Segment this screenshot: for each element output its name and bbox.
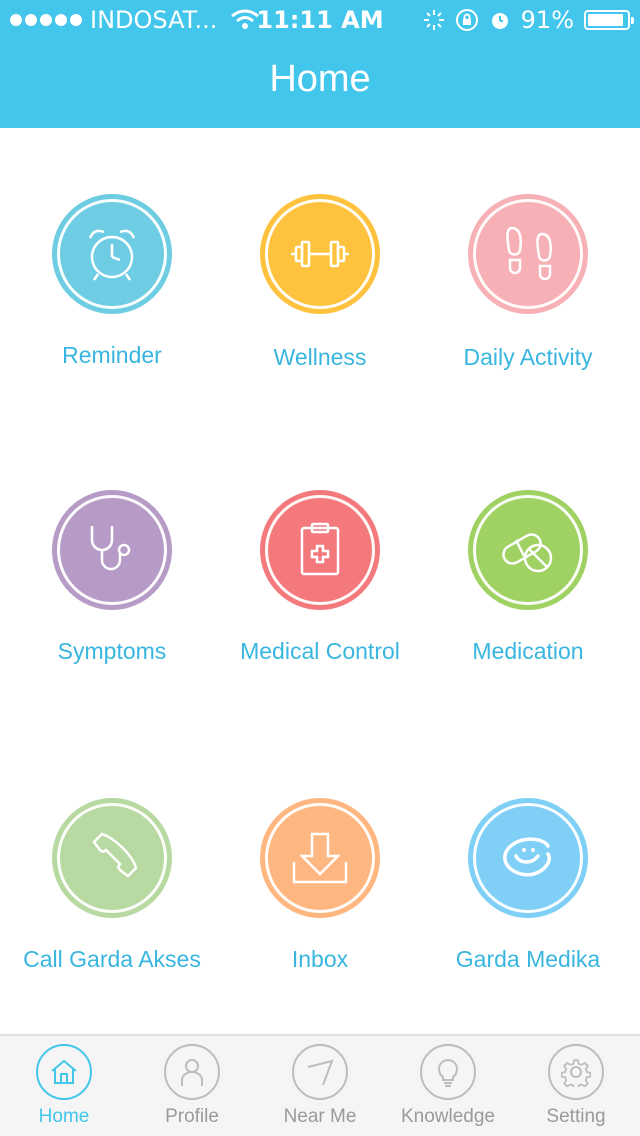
header: INDOSAT... 11:11 AM 91% Home <box>0 0 640 128</box>
call-garda-akses-circle <box>52 798 172 918</box>
bottom-tab-bar: Home Profile Near Me Knowledge Setting <box>0 1034 640 1136</box>
tab-label: Knowledge <box>400 1106 496 1127</box>
tile-label: Inbox <box>291 946 349 972</box>
rotation-lock-icon <box>455 9 478 31</box>
activity-spinner-icon <box>423 10 444 30</box>
medication-circle <box>468 490 588 610</box>
symptoms-circle <box>52 490 172 610</box>
daily-activity-circle <box>468 194 588 314</box>
tile-label: Medical Control <box>240 638 400 664</box>
tile-symptoms[interactable]: Symptoms <box>5 490 219 665</box>
compass-icon <box>307 1059 334 1086</box>
tile-call-garda-akses[interactable]: Call Garda Akses <box>5 798 219 973</box>
tab-profile[interactable]: Profile <box>128 1044 256 1128</box>
alarm-clock-icon <box>88 229 136 281</box>
battery-percent: 91% <box>520 6 574 34</box>
tab-label: Setting <box>546 1106 606 1127</box>
tile-daily-activity[interactable]: Daily Activity <box>421 194 635 371</box>
tab-label: Profile <box>165 1106 219 1127</box>
tile-label: Reminder <box>62 342 162 368</box>
wellness-circle <box>260 194 380 314</box>
tile-label: Garda Medika <box>455 946 601 972</box>
home-icon-circle <box>36 1044 92 1100</box>
tile-inbox[interactable]: Inbox <box>213 798 427 973</box>
tab-knowledge[interactable]: Knowledge <box>384 1044 512 1128</box>
tile-label: Daily Activity <box>463 344 593 370</box>
tile-garda-medika[interactable]: Garda Medika <box>421 798 635 973</box>
medical-control-circle <box>260 490 380 610</box>
person-icon-circle <box>164 1044 220 1100</box>
dumbbell-icon <box>291 240 349 268</box>
alarm-icon <box>491 13 508 29</box>
gear-icon-circle <box>548 1044 604 1100</box>
lightbulb-icon <box>438 1058 458 1087</box>
garda-medika-circle <box>468 798 588 918</box>
status-bar: INDOSAT... 11:11 AM 91% <box>0 0 640 40</box>
stethoscope-icon <box>90 526 131 571</box>
tile-medication[interactable]: Medication <box>421 490 635 665</box>
inbox-download-icon <box>292 832 348 884</box>
tab-home[interactable]: Home <box>0 1044 128 1128</box>
battery-icon <box>584 10 634 30</box>
tab-label: Home <box>38 1106 90 1127</box>
feature-grid: Reminder Wellness Daily Activity Symptom… <box>0 130 640 1034</box>
person-icon <box>181 1059 203 1086</box>
garda-medika-logo-icon <box>503 837 551 877</box>
tile-label: Call Garda Akses <box>23 946 201 972</box>
footprints-icon <box>506 226 552 281</box>
tile-wellness[interactable]: Wellness <box>213 194 427 371</box>
page-title: Home <box>269 58 371 100</box>
status-icons: 91% <box>423 6 634 34</box>
gear-icon <box>561 1059 591 1087</box>
reminder-circle <box>52 194 172 314</box>
pills-icon <box>502 533 553 573</box>
tile-label: Symptoms <box>57 638 167 664</box>
phone-icon <box>92 832 138 878</box>
compass-icon-circle <box>292 1044 348 1100</box>
home-icon <box>51 1059 77 1084</box>
inbox-circle <box>260 798 380 918</box>
tile-label: Wellness <box>273 344 367 370</box>
tab-setting[interactable]: Setting <box>512 1044 640 1128</box>
tab-near-me[interactable]: Near Me <box>256 1044 384 1128</box>
lightbulb-icon-circle <box>420 1044 476 1100</box>
tab-label: Near Me <box>283 1106 357 1127</box>
clipboard-icon <box>300 522 340 576</box>
tile-reminder[interactable]: Reminder <box>5 194 219 369</box>
tile-medical-control[interactable]: Medical Control <box>213 490 427 665</box>
tile-label: Medication <box>472 638 584 664</box>
